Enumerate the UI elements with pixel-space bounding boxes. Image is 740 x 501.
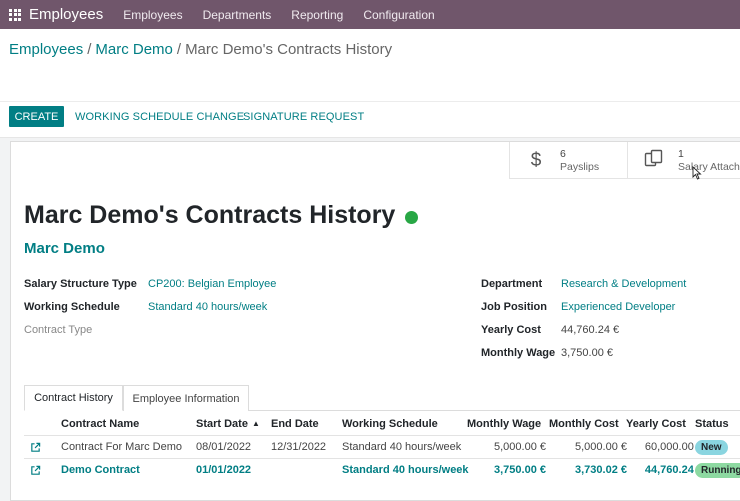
signature-request-button[interactable]: SIGNATURE REQUEST bbox=[243, 106, 364, 127]
end-date-cell: 12/31/2022 bbox=[271, 441, 327, 453]
monthly-wage-cell: 3,750.00 € bbox=[494, 464, 546, 476]
open-record-icon[interactable] bbox=[30, 459, 41, 481]
dollar-icon: $ bbox=[530, 149, 542, 171]
status-badge: New bbox=[695, 439, 728, 455]
app-name[interactable]: Employees bbox=[29, 6, 103, 23]
menu-reporting[interactable]: Reporting bbox=[291, 8, 343, 22]
start-date-cell: 01/01/2022 bbox=[196, 464, 252, 476]
sort-ascending-icon: ▲ bbox=[251, 419, 260, 428]
working-schedule-label: Working Schedule bbox=[24, 301, 120, 313]
working-schedule-cell: Standard 40 hours/week bbox=[342, 464, 469, 476]
column-end-date[interactable]: End Date bbox=[271, 412, 319, 435]
breadcrumb-separator: / bbox=[176, 41, 182, 58]
column-start-date[interactable]: Start Date ▲ bbox=[196, 412, 260, 435]
monthly-cost-cell: 3,730.02 € bbox=[575, 464, 627, 476]
monthly-wage-value: 3,750.00 € bbox=[561, 347, 613, 359]
record-title-row: Marc Demo's Contracts History bbox=[24, 201, 419, 230]
payslips-label: Payslips bbox=[560, 160, 600, 173]
column-working-schedule[interactable]: Working Schedule bbox=[342, 412, 438, 435]
notebook-tabs: Contract History Employee Information bbox=[24, 385, 740, 411]
status-indicator-icon bbox=[405, 210, 419, 224]
contract-name-cell: Demo Contract bbox=[61, 464, 140, 476]
breadcrumb: Employees / Marc Demo / Marc Demo's Contract… bbox=[9, 41, 392, 58]
yearly-cost-label: Yearly Cost bbox=[481, 324, 541, 336]
column-start-date-label: Start Date bbox=[196, 417, 248, 430]
yearly-cost-cell: 60,000.00 € bbox=[644, 441, 703, 453]
apps-menu-icon[interactable] bbox=[2, 0, 28, 29]
breadcrumb-current: Marc Demo's Contracts History bbox=[185, 41, 393, 58]
status-badge: Running bbox=[695, 462, 740, 478]
contract-type-label: Contract Type bbox=[24, 324, 93, 336]
menu-configuration[interactable]: Configuration bbox=[363, 8, 434, 22]
department-label: Department bbox=[481, 278, 543, 290]
smart-button-box: $ 6 Payslips 1 Salary Attach... bbox=[509, 142, 740, 180]
salary-structure-type-label: Salary Structure Type bbox=[24, 278, 137, 290]
working-schedule-value[interactable]: Standard 40 hours/week bbox=[148, 301, 267, 313]
salary-structure-type-value[interactable]: CP200: Belgian Employee bbox=[148, 278, 276, 290]
salary-attachments-smart-button[interactable]: 1 Salary Attach... bbox=[627, 142, 740, 180]
form-sheet: $ 6 Payslips 1 Salary Attach... Marc Dem… bbox=[10, 141, 740, 501]
employee-name-link[interactable]: Marc Demo bbox=[24, 240, 105, 257]
column-status[interactable]: Status bbox=[695, 412, 729, 435]
job-position-value[interactable]: Experienced Developer bbox=[561, 301, 675, 313]
column-yearly-cost[interactable]: Yearly Cost bbox=[626, 412, 686, 435]
breadcrumb-employees[interactable]: Employees bbox=[9, 41, 83, 58]
salary-attachments-label: Salary Attach... bbox=[678, 160, 740, 173]
start-date-cell: 08/01/2022 bbox=[196, 441, 252, 453]
payslips-count: 6 bbox=[560, 147, 566, 160]
working-schedule-change-button[interactable]: WORKING SCHEDULE CHANGE bbox=[75, 106, 244, 127]
contract-name-cell: Contract For Marc Demo bbox=[61, 441, 183, 453]
yearly-cost-cell: 44,760.24 € bbox=[644, 464, 703, 476]
table-row[interactable]: Contract For Marc Demo 08/01/2022 12/31/… bbox=[24, 435, 740, 458]
column-contract-name[interactable]: Contract Name bbox=[61, 412, 139, 435]
salary-attachments-count: 1 bbox=[678, 147, 684, 160]
breadcrumb-marc-demo[interactable]: Marc Demo bbox=[95, 41, 173, 58]
tab-contract-history[interactable]: Contract History bbox=[24, 385, 123, 411]
column-monthly-wage[interactable]: Monthly Wage bbox=[467, 412, 541, 435]
menu-departments[interactable]: Departments bbox=[203, 8, 272, 22]
mouse-cursor-icon bbox=[692, 166, 702, 180]
open-record-icon[interactable] bbox=[30, 436, 41, 458]
payslips-smart-button[interactable]: $ 6 Payslips bbox=[509, 142, 627, 179]
create-button[interactable]: CREATE bbox=[9, 106, 64, 127]
department-value[interactable]: Research & Development bbox=[561, 278, 686, 290]
top-navbar: Employees Employees Departments Reportin… bbox=[0, 0, 740, 29]
documents-icon bbox=[642, 149, 666, 173]
job-position-label: Job Position bbox=[481, 301, 547, 313]
control-panel: Employees / Marc Demo / Marc Demo's Contract… bbox=[0, 29, 740, 138]
record-title: Marc Demo's Contracts History bbox=[24, 201, 396, 229]
tab-employee-information[interactable]: Employee Information bbox=[123, 385, 249, 411]
menu-employees[interactable]: Employees bbox=[123, 8, 182, 22]
working-schedule-cell: Standard 40 hours/week bbox=[342, 441, 462, 453]
status-cell: New bbox=[695, 436, 728, 458]
yearly-cost-value: 44,760.24 € bbox=[561, 324, 620, 336]
monthly-wage-cell: 5,000.00 € bbox=[494, 441, 546, 453]
column-monthly-cost[interactable]: Monthly Cost bbox=[549, 412, 619, 435]
monthly-cost-cell: 5,000.00 € bbox=[575, 441, 627, 453]
divider bbox=[0, 101, 740, 102]
breadcrumb-separator: / bbox=[87, 41, 92, 58]
status-cell: Running bbox=[695, 459, 740, 481]
monthly-wage-label: Monthly Wage bbox=[481, 347, 556, 359]
table-row[interactable]: Demo Contract 01/01/2022 Standard 40 hou… bbox=[24, 458, 740, 481]
